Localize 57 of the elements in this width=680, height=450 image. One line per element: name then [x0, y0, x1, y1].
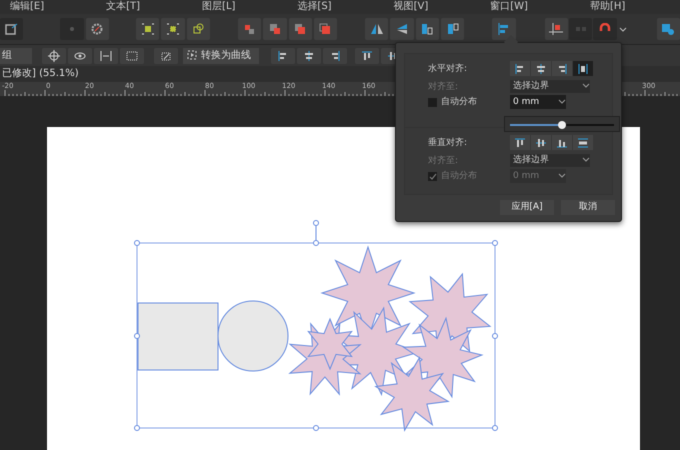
gear-icon[interactable]	[86, 18, 109, 40]
align-center-icon[interactable]	[297, 48, 321, 64]
transform-icon[interactable]	[154, 48, 178, 64]
align-center-icon[interactable]	[531, 61, 551, 76]
auto-distribute-checkbox[interactable]: 自动分布	[428, 96, 477, 110]
menu-item[interactable]: 编辑[E]	[10, 0, 44, 14]
align-right-icon[interactable]	[323, 48, 347, 64]
align-left-icon[interactable]	[271, 48, 295, 64]
field-label: 对齐至:	[428, 155, 458, 168]
arrange-back-icon[interactable]	[238, 18, 262, 40]
menu-item[interactable]: 帮助[H]	[590, 0, 626, 14]
flip-horizontal-icon[interactable]	[365, 18, 388, 40]
spacing-slider[interactable]	[510, 119, 614, 131]
rotate-left-icon[interactable]	[416, 18, 440, 40]
align-right-icon[interactable]	[552, 61, 572, 76]
crosshair-icon[interactable]	[42, 48, 66, 64]
cancel-button[interactable]: 取消	[561, 200, 615, 215]
align-icon[interactable]	[492, 18, 516, 40]
align-top-icon[interactable]	[510, 135, 530, 150]
magnet-icon[interactable]	[593, 18, 617, 40]
group-field[interactable]: 组	[0, 48, 32, 64]
snap-toggle-icon[interactable]	[569, 18, 592, 40]
spacing-field[interactable]: 0 mm	[510, 95, 566, 109]
menu-item[interactable]: 视图[V]	[394, 0, 428, 14]
menu-item[interactable]: 选择[S]	[297, 0, 332, 14]
select-shapes-icon[interactable]	[186, 18, 210, 40]
slider-thumb[interactable]	[558, 121, 566, 129]
eye-icon[interactable]	[68, 48, 92, 64]
rotate-right-icon[interactable]	[441, 18, 464, 40]
arrange-forward-icon[interactable]	[288, 18, 312, 40]
section-label: 水平对齐:	[428, 63, 468, 76]
align-top-icon[interactable]	[355, 48, 379, 64]
selection-box[interactable]	[134, 220, 498, 431]
align-left-icon[interactable]	[510, 61, 530, 76]
guides-icon[interactable]	[544, 18, 568, 40]
resize-icon[interactable]	[94, 48, 118, 64]
arrange-backward-icon[interactable]	[263, 18, 286, 40]
distribute-horizontal-icon[interactable]	[573, 61, 593, 76]
menu-item[interactable]: 窗口[W]	[490, 0, 528, 14]
flip-vertical-icon[interactable]	[390, 18, 414, 40]
export-icon[interactable]	[0, 18, 24, 40]
circle-shape	[218, 300, 288, 372]
section-label: 垂直对齐:	[428, 137, 468, 150]
distribute-vertical-icon[interactable]	[573, 135, 593, 150]
align-bottom-icon[interactable]	[552, 135, 572, 150]
select-box-icon[interactable]	[136, 18, 160, 40]
grid-icon[interactable]	[120, 48, 144, 64]
layer-add-icon[interactable]	[656, 18, 680, 40]
convert-to-curves-button[interactable]: 转换为曲线	[183, 48, 259, 64]
field-label: 对齐至:	[428, 81, 458, 94]
menu-item[interactable]: 文本[T]	[106, 0, 140, 14]
select-grid-icon[interactable]	[161, 18, 185, 40]
checkmark-icon	[428, 172, 436, 181]
apply-button[interactable]: 应用[A]	[500, 200, 554, 215]
align-middle-icon[interactable]	[531, 135, 551, 150]
menu-item[interactable]: 图层[L]	[202, 0, 236, 14]
arrange-front-icon[interactable]	[314, 18, 338, 40]
